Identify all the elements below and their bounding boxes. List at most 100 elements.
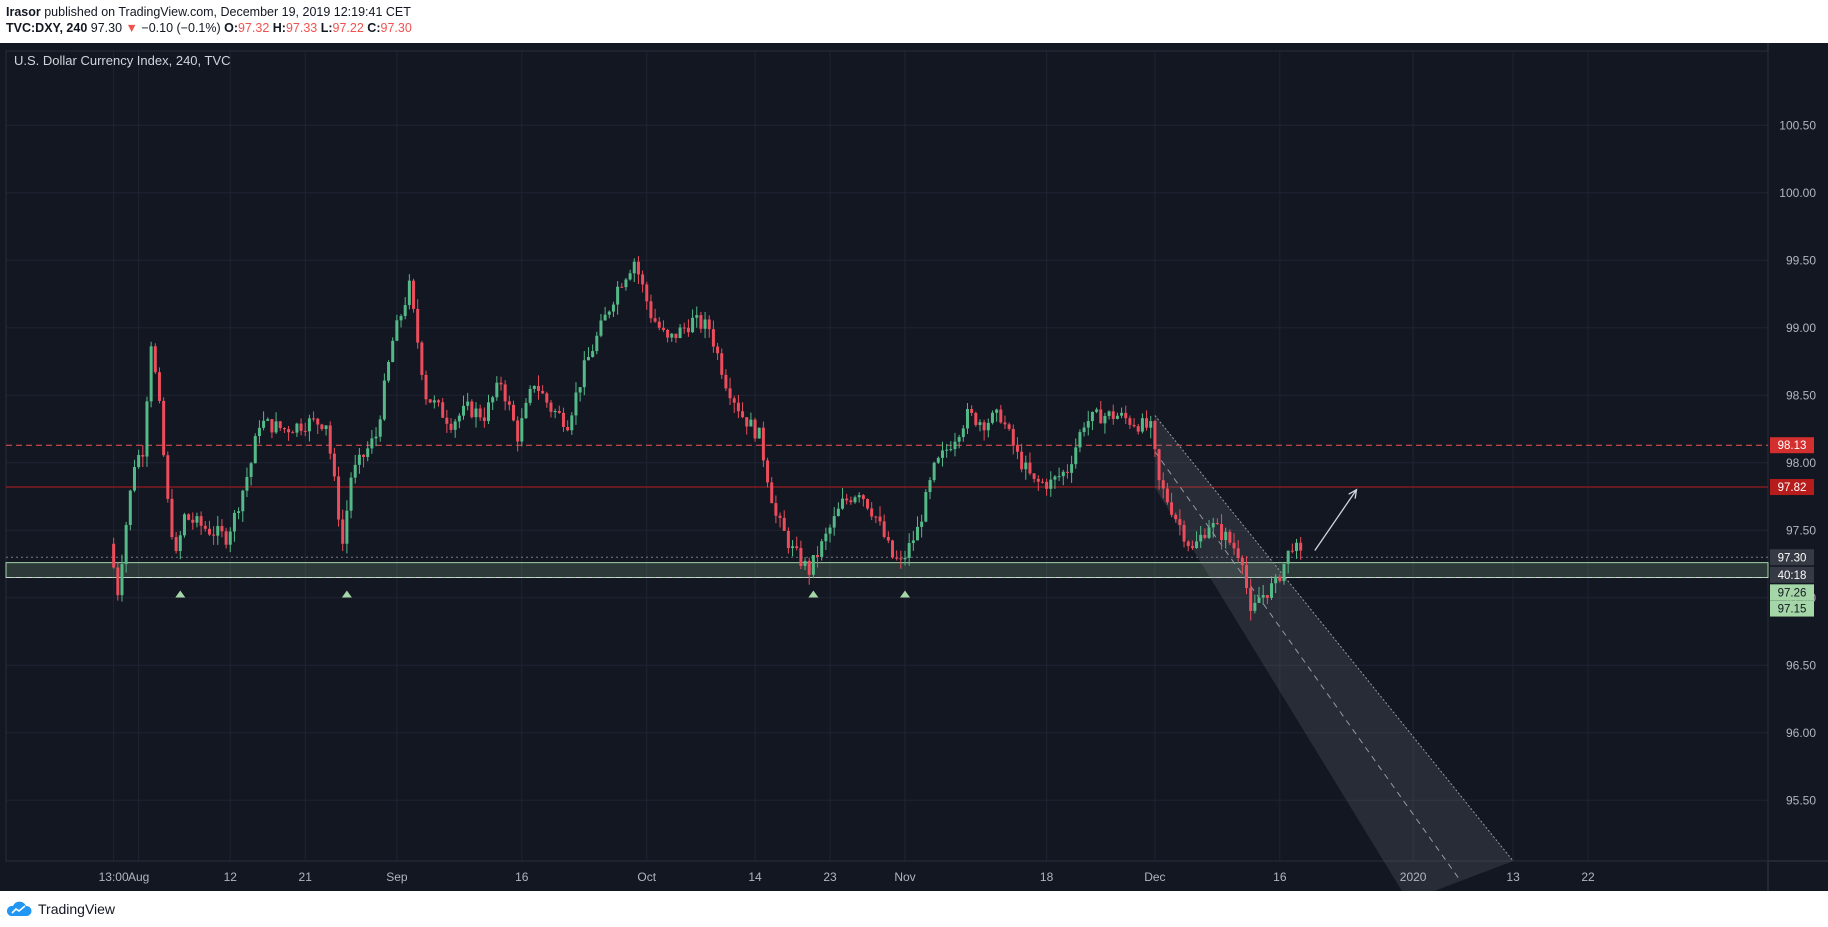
last-price: 97.30 — [90, 21, 123, 35]
candle-body — [116, 567, 120, 596]
candle-body — [437, 400, 441, 403]
candle-body — [816, 555, 820, 557]
candle-body — [1136, 426, 1140, 432]
candle-body — [603, 314, 607, 321]
candle-body — [332, 453, 336, 477]
price-change: −0.10 (−0.1%) — [141, 21, 221, 35]
candle-body — [445, 417, 449, 424]
candle-body — [632, 261, 636, 274]
candle-body — [282, 427, 286, 430]
candle-body — [620, 286, 624, 288]
candle-body — [1124, 412, 1128, 419]
candle-body — [320, 424, 324, 430]
y-tick-label: 99.50 — [1786, 253, 1816, 267]
candle-body — [761, 427, 765, 461]
candle-body — [157, 372, 161, 401]
candle-body — [257, 427, 261, 437]
candle-body — [1265, 595, 1269, 598]
candle-body — [811, 555, 815, 575]
candle-body — [203, 525, 207, 529]
candle-body — [824, 533, 828, 542]
candle-body — [453, 421, 457, 430]
candle-body — [1082, 427, 1086, 433]
candle-body — [766, 460, 770, 483]
tradingview-brand[interactable]: TradingView — [38, 901, 115, 917]
candle-body — [907, 543, 911, 558]
candle-body — [1061, 471, 1065, 477]
candle-body — [724, 374, 728, 389]
candle-body — [711, 329, 715, 347]
candle-body — [1224, 531, 1228, 541]
candle-body — [1161, 480, 1165, 489]
x-tick-label: 21 — [299, 870, 313, 884]
candle-body — [649, 301, 653, 319]
candle-body — [882, 521, 886, 537]
candle-body — [1299, 542, 1303, 551]
candle-body — [462, 405, 466, 416]
candle-body — [1232, 542, 1236, 549]
candle-body — [899, 558, 903, 560]
candle-body — [1032, 473, 1036, 479]
candle-body — [291, 432, 295, 434]
candle-body — [232, 512, 236, 532]
candle-body — [1153, 421, 1157, 450]
candle-body — [561, 412, 565, 427]
candle-body — [395, 320, 399, 341]
price-label-text: 97.82 — [1778, 482, 1807, 494]
candle-body — [749, 419, 753, 427]
candle-body — [507, 401, 511, 405]
y-tick-label: 99.00 — [1786, 321, 1816, 335]
candle-body — [295, 423, 299, 433]
candle-body — [982, 422, 986, 431]
candle-body — [170, 498, 174, 538]
author-name[interactable]: Irasor — [6, 5, 41, 19]
candle-body — [707, 319, 711, 330]
candle-body — [191, 519, 195, 523]
candle-body — [545, 393, 549, 403]
plot-border — [5, 50, 1769, 862]
candle-body — [645, 284, 649, 302]
candle-body — [1140, 418, 1144, 432]
candle-body — [653, 318, 657, 322]
candle-body — [449, 423, 453, 430]
candle-body — [945, 449, 949, 451]
candle-body — [1157, 449, 1161, 481]
candle-body — [199, 516, 203, 526]
candle-body — [524, 402, 528, 419]
candle-body — [915, 526, 919, 541]
candle-body — [782, 517, 786, 531]
candle-body — [795, 546, 799, 548]
price-label-text: 98.13 — [1778, 440, 1807, 452]
candle-body — [570, 415, 574, 431]
candle-body — [312, 418, 316, 420]
candle-body — [353, 464, 357, 478]
candle-body — [337, 476, 341, 520]
candle-body — [936, 457, 940, 463]
close-value: 97.30 — [380, 21, 412, 35]
support-marker-icon — [175, 590, 186, 598]
candle-body — [270, 419, 274, 433]
price-chart[interactable]: U.S. Dollar Currency Index, 240, TVC 100.… — [0, 43, 1828, 891]
candle-body — [566, 426, 570, 431]
candle-body — [1024, 462, 1028, 470]
candle-body — [1228, 531, 1232, 543]
candle-body — [836, 508, 840, 517]
candle-body — [1107, 411, 1111, 416]
candle-body — [174, 537, 178, 552]
candle-body — [1274, 576, 1278, 584]
candle-body — [1207, 527, 1211, 538]
candle-body — [1070, 464, 1074, 473]
open-value: 97.32 — [237, 21, 270, 35]
candle-body — [1036, 478, 1040, 482]
x-tick-label: 14 — [748, 870, 762, 884]
candle-body — [586, 356, 590, 361]
candle-body — [212, 534, 216, 536]
candle-body — [891, 540, 895, 558]
candle-body — [1103, 415, 1107, 424]
y-tick-label: 95.50 — [1786, 793, 1816, 807]
candle-body — [503, 384, 507, 402]
x-tick-label: 13:00 — [99, 870, 129, 884]
candle-body — [791, 546, 795, 549]
close-label: C: — [367, 21, 381, 35]
candle-body — [207, 528, 211, 535]
